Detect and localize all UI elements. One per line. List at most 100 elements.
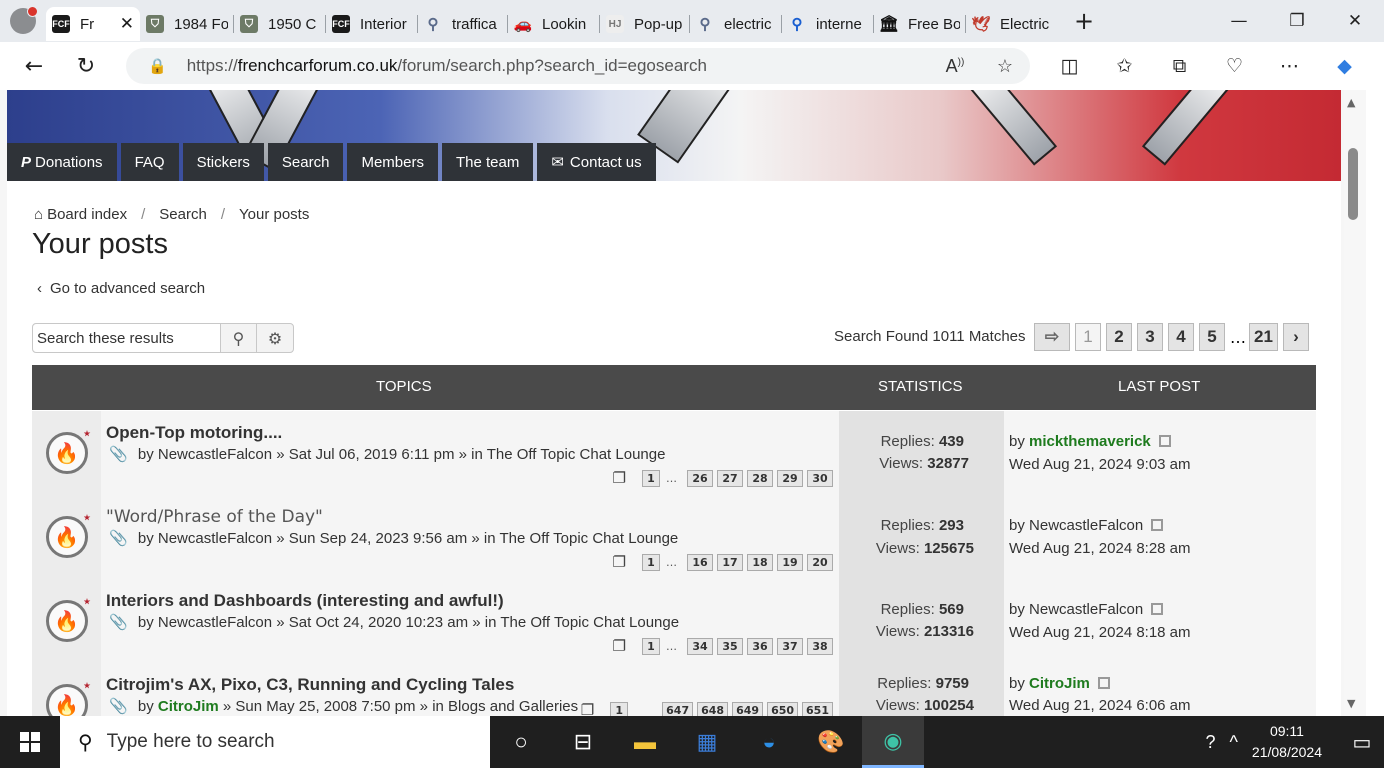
forum-link[interactable]: The Off Topic Chat Lounge <box>487 446 666 463</box>
last-author-link[interactable]: mickthemaverick <box>1029 433 1151 450</box>
topic-page[interactable]: 650 <box>767 701 799 716</box>
topic-page[interactable]: 17 <box>717 553 743 571</box>
notifications-icon[interactable]: ▭ <box>1340 730 1384 755</box>
topic-page[interactable]: 29 <box>777 469 803 487</box>
close-tab-icon[interactable]: ✕ <box>112 14 134 34</box>
crumb-board-index[interactable]: Board index <box>47 206 127 223</box>
topic-title-link[interactable]: Interiors and Dashboards (interesting an… <box>106 591 504 611</box>
edge-icon[interactable]: ◉ <box>862 716 924 768</box>
topic-page[interactable]: 30 <box>807 469 833 487</box>
tab-free-books[interactable]: 🏛 Free Bo <box>874 7 966 41</box>
next-page-button[interactable]: › <box>1282 323 1309 351</box>
topic-title-link[interactable]: "Word/Phrase of the Day" <box>106 507 323 527</box>
nav-contact[interactable]: ✉ Contact us <box>537 143 656 181</box>
url-bar[interactable]: 🔒 https://frenchcarforum.co.uk/forum/sea… <box>126 48 1030 84</box>
tab-looking[interactable]: 🚗 Lookin <box>508 7 600 41</box>
more-options-icon[interactable]: ⋯ <box>1262 55 1317 77</box>
topic-title-link[interactable]: Open-Top motoring.... <box>106 423 282 443</box>
topic-page[interactable]: 1 <box>610 701 629 716</box>
author-link[interactable]: NewcastleFalcon <box>158 446 272 463</box>
topic-page[interactable]: 1 <box>642 637 660 655</box>
calculator-icon[interactable]: ▦ <box>676 716 738 768</box>
copilot-icon[interactable]: ◆ <box>1317 55 1372 77</box>
favorites-icon[interactable]: ✩ <box>1097 55 1152 77</box>
scrollbar-thumb[interactable] <box>1348 148 1358 220</box>
task-view-icon[interactable]: ⊟ <box>552 716 614 768</box>
topic-page[interactable]: 647 <box>662 701 694 716</box>
topic-page[interactable]: 35 <box>717 637 743 655</box>
new-tab-button[interactable]: + <box>1064 7 1104 35</box>
page-3[interactable]: 3 <box>1137 323 1163 351</box>
tab-trafficat[interactable]: ⚲ traffica <box>418 7 508 41</box>
last-author-link[interactable]: CitroJim <box>1029 675 1090 692</box>
restore-icon[interactable]: ❐ <box>1268 11 1326 31</box>
page-21[interactable]: 21 <box>1249 323 1278 351</box>
topic-title-link[interactable]: Citrojim's AX, Pixo, C3, Running and Cyc… <box>106 675 514 695</box>
page-2[interactable]: 2 <box>1106 323 1132 351</box>
browser-essentials-icon[interactable]: ♡ <box>1207 55 1262 77</box>
split-screen-icon[interactable]: ◫ <box>1042 55 1097 77</box>
topic-page[interactable]: 26 <box>687 469 713 487</box>
topic-page[interactable]: 651 <box>802 701 833 716</box>
last-author-link[interactable]: NewcastleFalcon <box>1029 601 1143 618</box>
advanced-settings-button[interactable]: ⚙ <box>257 324 293 352</box>
back-arrow-icon[interactable]: ← <box>8 54 60 79</box>
topic-page[interactable]: 648 <box>697 701 729 716</box>
page-5[interactable]: 5 <box>1199 323 1225 351</box>
topic-page[interactable]: 37 <box>777 637 803 655</box>
author-link[interactable]: NewcastleFalcon <box>158 530 272 547</box>
clock[interactable]: 09:11 21/08/2024 <box>1252 721 1322 763</box>
help-icon[interactable]: ? <box>1205 732 1215 753</box>
view-latest-icon[interactable] <box>1097 677 1110 689</box>
nav-stickers[interactable]: Stickers <box>182 143 264 181</box>
topic-page[interactable]: 1 <box>642 469 660 487</box>
start-button[interactable] <box>0 716 60 768</box>
forum-link[interactable]: The Off Topic Chat Lounge <box>500 614 679 631</box>
profile-avatar[interactable] <box>0 0 46 42</box>
nav-donations[interactable]: P Donations <box>7 143 117 181</box>
forum-link[interactable]: The Off Topic Chat Lounge <box>500 530 679 547</box>
tab-electric[interactable]: ⚲ electric <box>690 7 782 41</box>
tab-popup[interactable]: HJ Pop-up <box>600 7 690 41</box>
tab-active[interactable]: FCF Fr ✕ <box>46 7 140 41</box>
scroll-down-icon[interactable]: ▼ <box>1347 697 1355 710</box>
favorite-star-icon[interactable]: ☆ <box>980 56 1030 77</box>
topic-page[interactable]: 1 <box>642 553 660 571</box>
forum-link[interactable]: Blogs and Galleries <box>448 698 578 715</box>
tab-1950[interactable]: ⛉ 1950 C <box>234 7 326 41</box>
topic-page[interactable]: 28 <box>747 469 773 487</box>
read-aloud-icon[interactable]: A)) <box>930 56 980 77</box>
author-link[interactable]: NewcastleFalcon <box>158 614 272 631</box>
taskbar-search[interactable]: ⚲ Type here to search <box>60 716 490 768</box>
crumb-your-posts[interactable]: Your posts <box>239 206 309 223</box>
view-latest-icon[interactable] <box>1151 519 1164 531</box>
topic-page[interactable]: 34 <box>687 637 713 655</box>
topic-page[interactable]: 20 <box>807 553 833 571</box>
crumb-search[interactable]: Search <box>159 206 207 223</box>
cortana-icon[interactable]: ○ <box>490 716 552 768</box>
author-link[interactable]: CitroJim <box>158 698 219 715</box>
refresh-icon[interactable]: ↻ <box>60 54 112 79</box>
chevron-up-icon[interactable]: ^ <box>1229 732 1237 753</box>
page-4[interactable]: 4 <box>1168 323 1194 351</box>
search-results-input[interactable] <box>33 324 221 352</box>
tab-internet[interactable]: ⚲ interne <box>782 7 874 41</box>
advanced-search-link[interactable]: ‹ Go to advanced search <box>37 280 205 297</box>
close-window-icon[interactable]: ✕ <box>1326 11 1384 31</box>
topic-page[interactable]: 27 <box>717 469 743 487</box>
tab-electric-2[interactable]: 🕊 Electric <box>966 7 1058 41</box>
nav-members[interactable]: Members <box>347 143 438 181</box>
thunderbird-icon[interactable]: ◒ <box>738 716 800 768</box>
jump-to-page-button[interactable]: ⇨ <box>1034 323 1070 351</box>
nav-team[interactable]: The team <box>441 143 534 181</box>
search-button[interactable]: ⚲ <box>221 324 257 352</box>
topic-page[interactable]: 18 <box>747 553 773 571</box>
topic-page[interactable]: 649 <box>732 701 764 716</box>
minimize-icon[interactable]: — <box>1210 11 1268 31</box>
paint-icon[interactable]: 🎨 <box>800 716 862 768</box>
view-latest-icon[interactable] <box>1158 435 1171 447</box>
tab-interior[interactable]: FCF Interior <box>326 7 418 41</box>
file-explorer-icon[interactable]: ▬ <box>614 716 676 768</box>
nav-search[interactable]: Search <box>267 143 344 181</box>
view-latest-icon[interactable] <box>1151 603 1164 615</box>
